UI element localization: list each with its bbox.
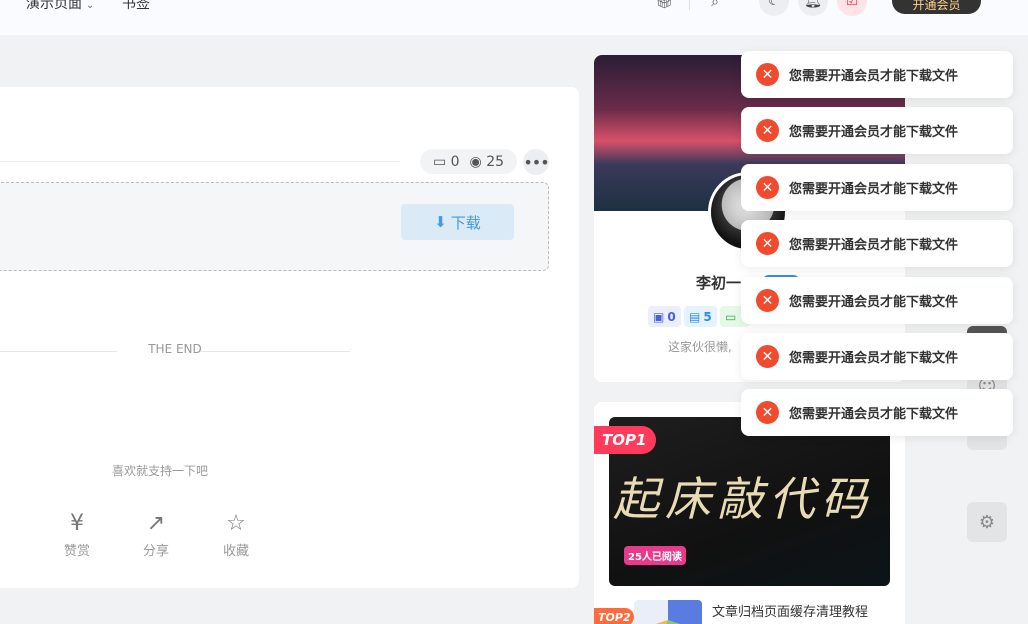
support-text: 喜欢就支持一下吧 bbox=[111, 464, 208, 478]
moon-icon[interactable]: ☾ bbox=[759, 0, 789, 16]
eye-icon: ◉ bbox=[469, 153, 482, 170]
top2-tag: TOP2 bbox=[594, 608, 634, 624]
more-options-button[interactable]: ••• bbox=[523, 149, 550, 175]
error-icon: ✕ bbox=[756, 289, 779, 312]
toast-notification: ✕ 您需要开通会员才能下载文件 bbox=[741, 277, 1013, 324]
error-icon: ✕ bbox=[756, 232, 779, 255]
top2-post-title[interactable]: 文章归档页面缓存清理教程 bbox=[712, 601, 868, 620]
star-icon: ☆ bbox=[226, 511, 246, 536]
message-icon: ▭ bbox=[725, 309, 737, 324]
gear-icon: ⚙ bbox=[978, 511, 996, 533]
toast-message: 您需要开通会员才能下载文件 bbox=[789, 407, 959, 422]
divider bbox=[689, 0, 690, 10]
error-icon: ✕ bbox=[756, 176, 779, 199]
toast-message: 您需要开通会员才能下载文件 bbox=[789, 295, 959, 310]
author-name[interactable]: 李初一 bbox=[696, 272, 741, 293]
top2-thumbnail[interactable] bbox=[634, 600, 702, 624]
bell-icon[interactable]: 🔔︎ bbox=[798, 0, 828, 16]
task-icon[interactable]: ☑ bbox=[837, 0, 867, 16]
toast-notification: ✕ 您需要开通会员才能下载文件 bbox=[741, 107, 1013, 154]
article-meta: ▭ 0 ◉ 25 bbox=[420, 149, 517, 174]
divider bbox=[200, 351, 350, 352]
author-comment-count: ▣ 0 bbox=[648, 306, 681, 327]
gift-icon[interactable]: 🎁︎ bbox=[652, 0, 676, 14]
toast-message: 您需要开通会员才能下载文件 bbox=[789, 69, 959, 84]
search-icon[interactable]: ⌕ bbox=[703, 0, 727, 14]
share-icon: ↗ bbox=[146, 511, 166, 536]
comment-count[interactable]: ▭ 0 bbox=[433, 154, 460, 170]
comment-icon: ▣ bbox=[653, 309, 665, 324]
toast-message: 您需要开通会员才能下载文件 bbox=[789, 182, 959, 197]
toast-notification: ✕ 您需要开通会员才能下载文件 bbox=[741, 389, 1013, 436]
settings-button[interactable]: ⚙ bbox=[967, 502, 1007, 542]
read-count-badge: 25人已阅读 bbox=[624, 546, 686, 565]
divider bbox=[0, 161, 400, 162]
download-box: ⬇ 下载 bbox=[0, 182, 549, 271]
download-icon: ⬇ bbox=[434, 213, 447, 231]
favorite-label: 收藏 bbox=[222, 544, 249, 559]
nav-bookmarks[interactable]: 书签 bbox=[122, 0, 150, 13]
toast-message: 您需要开通会员才能下载文件 bbox=[789, 238, 959, 253]
share-label: 分享 bbox=[142, 544, 169, 559]
share-button[interactable]: ↗ 分享 bbox=[126, 510, 186, 559]
toast-message: 您需要开通会员才能下载文件 bbox=[789, 351, 959, 366]
reward-button[interactable]: ¥ 赞赏 bbox=[47, 510, 107, 559]
the-end-label: THE END bbox=[148, 342, 202, 356]
chevron-down-icon: ⌄ bbox=[86, 0, 95, 11]
vip-button[interactable]: 开通会员 bbox=[892, 0, 981, 14]
error-icon: ✕ bbox=[756, 401, 779, 424]
toast-message: 您需要开通会员才能下载文件 bbox=[789, 125, 959, 140]
toast-notification: ✕ 您需要开通会员才能下载文件 bbox=[741, 333, 1013, 380]
toast-notification: ✕ 您需要开通会员才能下载文件 bbox=[741, 51, 1013, 98]
error-icon: ✕ bbox=[756, 63, 779, 86]
author-bio: 这家伙很懒, bbox=[668, 340, 732, 354]
top1-tag: TOP1 bbox=[594, 426, 656, 454]
top1-image-text: 起床敲代码 bbox=[613, 472, 873, 526]
toast-notification: ✕ 您需要开通会员才能下载文件 bbox=[741, 220, 1013, 267]
top-navbar: 演示页面 ⌄ 书签 🎁︎ ⌕ ☾ 🔔︎ ☑ 开通会员 bbox=[0, 0, 1028, 35]
view-count: ◉ 25 bbox=[469, 153, 505, 170]
error-icon: ✕ bbox=[756, 345, 779, 368]
nav-demo-pages[interactable]: 演示页面 ⌄ bbox=[26, 0, 94, 13]
download-label: 下载 bbox=[450, 213, 481, 232]
money-bag-icon: ¥ bbox=[70, 511, 84, 536]
nav-demo-label: 演示页面 bbox=[26, 0, 82, 12]
error-icon: ✕ bbox=[756, 119, 779, 142]
reward-label: 赞赏 bbox=[63, 544, 90, 559]
toast-notification: ✕ 您需要开通会员才能下载文件 bbox=[741, 164, 1013, 211]
author-post-count: ▤ 5 bbox=[684, 306, 717, 327]
article-card: ▭ 0 ◉ 25 ••• ⬇ 下载 THE END 喜欢就支持一下吧 ¥ 赞赏 … bbox=[0, 87, 579, 588]
document-icon: ▤ bbox=[689, 309, 701, 324]
download-button[interactable]: ⬇ 下载 bbox=[401, 204, 514, 240]
favorite-button[interactable]: ☆ 收藏 bbox=[206, 510, 266, 559]
comment-icon: ▭ bbox=[432, 153, 447, 170]
